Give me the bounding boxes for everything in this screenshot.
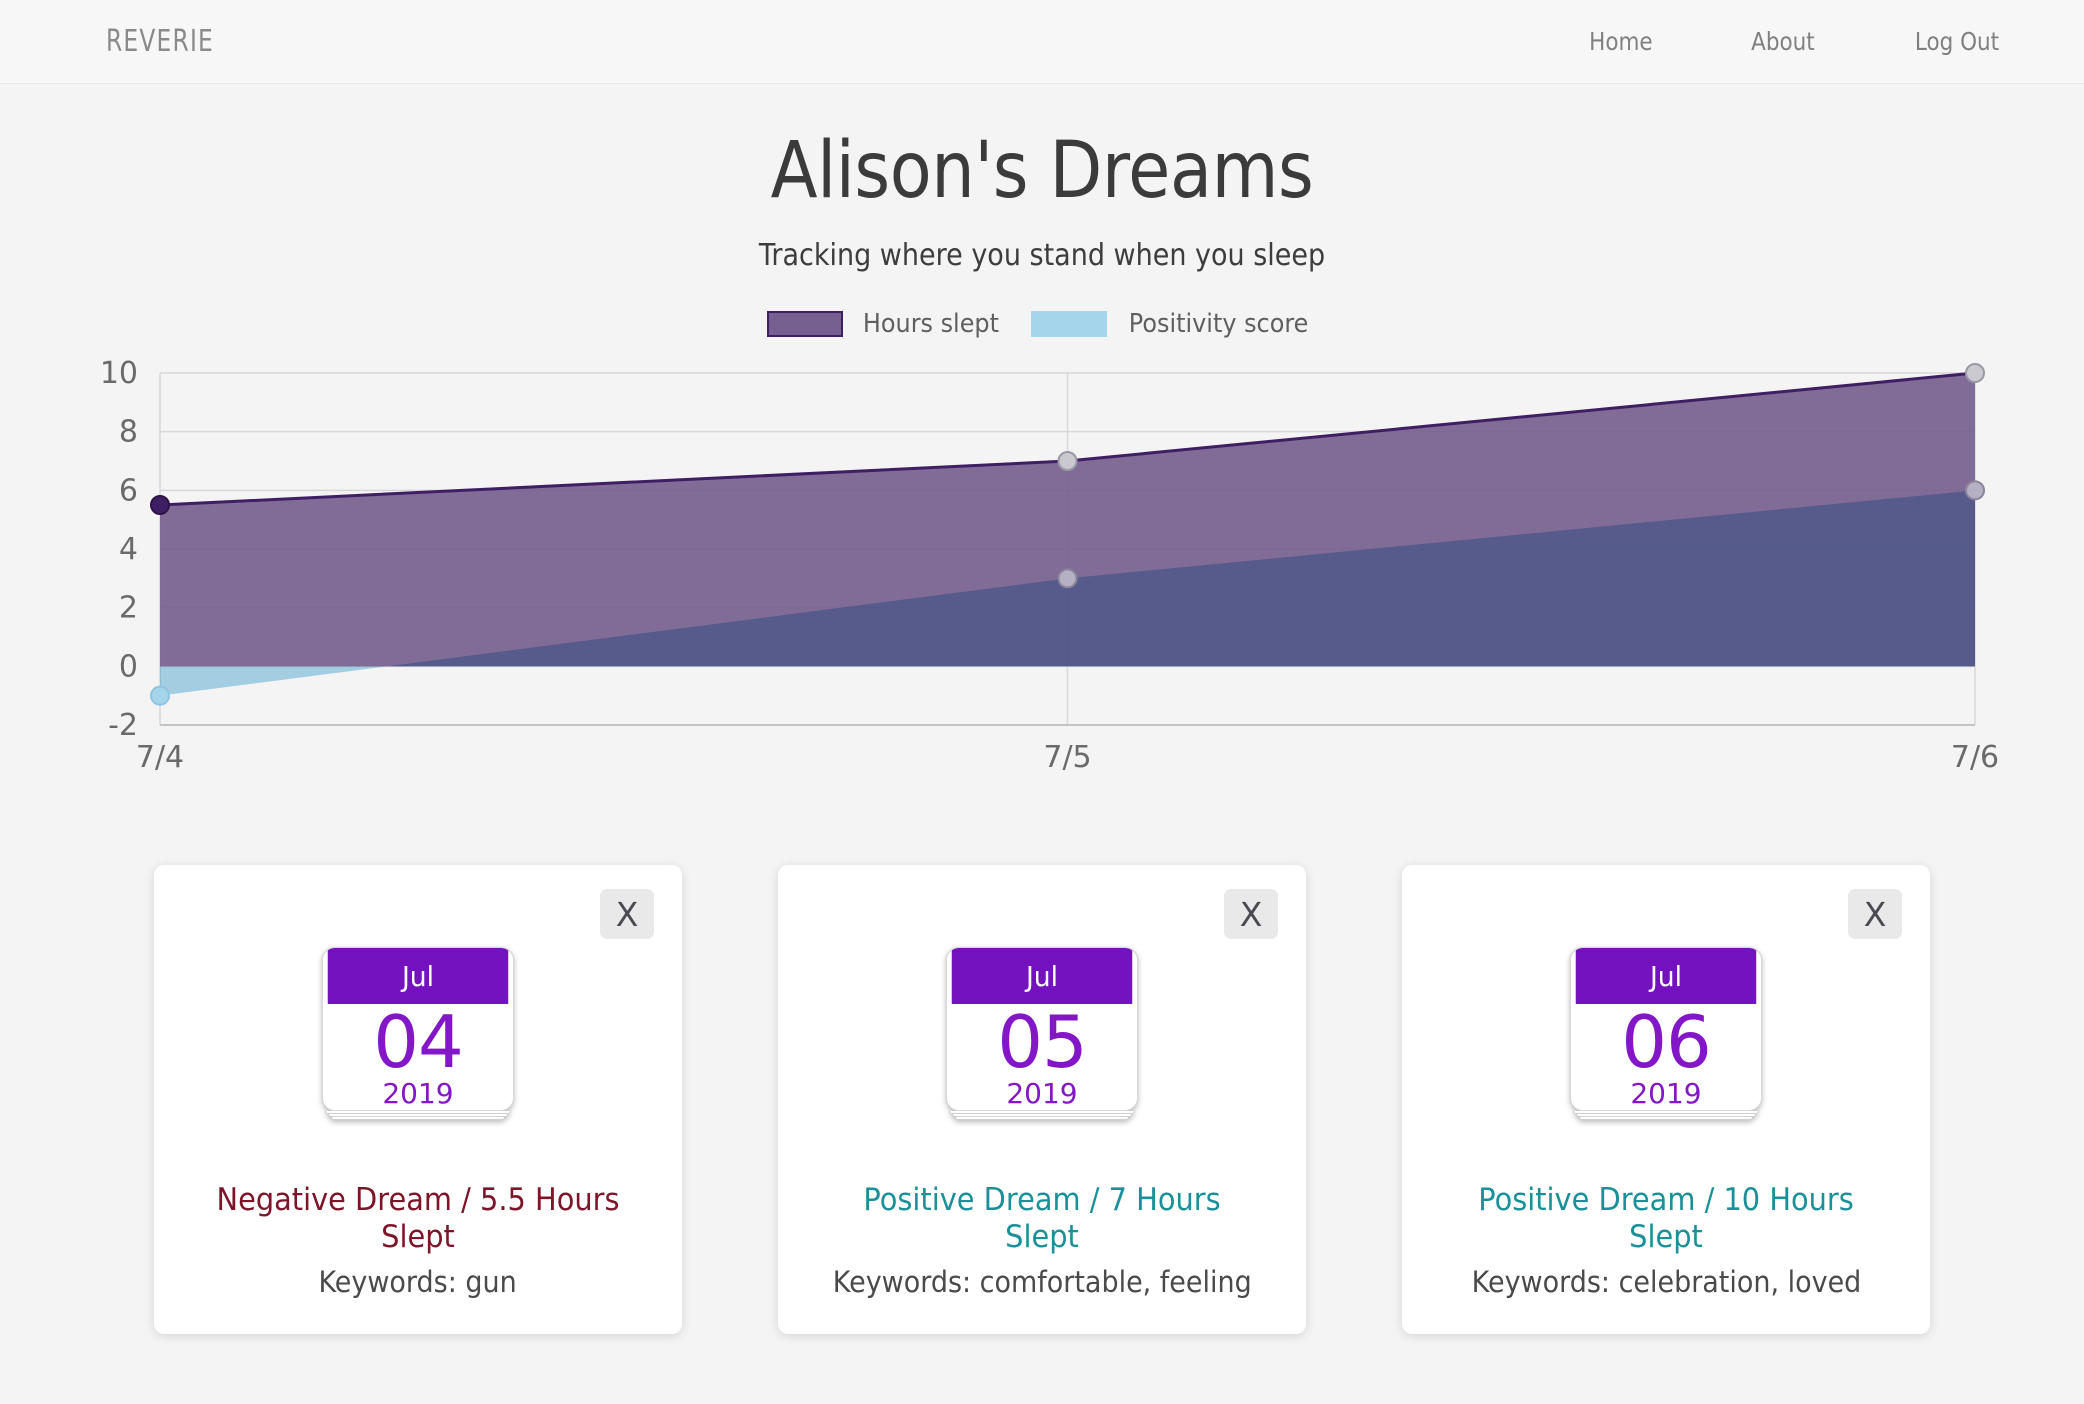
dream-keywords: Keywords: comfortable, feeling <box>832 1265 1252 1300</box>
chart-canvas: 10 8 6 4 2 0 -27/4 7/5 7/6 <box>100 356 1999 775</box>
nav-link-logout[interactable]: Log Out <box>1915 27 1999 56</box>
legend-item-positivity-score[interactable]: Positivity score <box>1031 309 1316 339</box>
hours-data-point[interactable] <box>1965 363 1985 383</box>
calendar-page-stack-icon <box>1570 1111 1762 1120</box>
calendar-icon: Jul 04 2019 <box>322 947 514 1120</box>
legend-item-hours-slept[interactable]: Hours slept <box>767 309 1005 339</box>
x-axis-tick-label: 7/5 <box>1043 740 1091 775</box>
calendar-icon: Jul 06 2019 <box>1570 947 1762 1120</box>
calendar-day: 06 <box>1621 1000 1712 1084</box>
calendar-page-stack-icon <box>322 1111 514 1120</box>
dream-keywords: Keywords: gun <box>318 1265 518 1300</box>
calendar-month: Jul <box>327 948 509 1004</box>
nav-links: Home About Log Out <box>1584 27 2006 56</box>
legend-label-positivity: Positivity score <box>1129 309 1309 339</box>
dream-cards-row: X Jul 04 2019 Negative Dream / 5.5 Hours… <box>0 865 2084 1334</box>
dream-card[interactable]: X Jul 05 2019 Positive Dream / 7 Hours S… <box>778 865 1306 1334</box>
y-axis-tick-label: 2 <box>119 591 138 626</box>
dream-keywords: Keywords: celebration, loved <box>1471 1265 1861 1300</box>
y-axis-tick-label: 10 <box>100 356 138 391</box>
dream-title: Negative Dream / 5.5 Hours Slept <box>216 1182 620 1255</box>
top-navbar: REVERIE Home About Log Out <box>0 0 2084 84</box>
dream-title: Positive Dream / 7 Hours Slept <box>863 1182 1221 1255</box>
nav-link-about[interactable]: About <box>1751 27 1815 56</box>
legend-swatch-hours-icon <box>767 311 844 337</box>
calendar-year: 2019 <box>1006 1077 1078 1111</box>
dream-area-chart[interactable]: 10 8 6 4 2 0 -2 7/4 7/5 7/6 <box>0 355 2084 775</box>
dream-card[interactable]: X Jul 06 2019 Positive Dream / 10 Hours … <box>1402 865 1930 1334</box>
x-axis-tick-label: 7/4 <box>136 740 184 775</box>
chart-legend: Hours slept Positivity score <box>0 309 2084 339</box>
calendar-year: 2019 <box>382 1077 454 1111</box>
y-axis-tick-label: 8 <box>119 415 138 450</box>
nav-link-home[interactable]: Home <box>1589 27 1652 56</box>
y-axis-tick-label: -2 <box>108 708 138 743</box>
y-axis-tick-label: 6 <box>119 473 138 508</box>
positivity-data-point[interactable] <box>1057 568 1078 589</box>
hours-data-point[interactable] <box>1057 451 1078 471</box>
hours-data-point[interactable] <box>150 495 170 515</box>
calendar-month: Jul <box>951 948 1133 1004</box>
calendar-day: 04 <box>373 1000 464 1084</box>
calendar-icon: Jul 05 2019 <box>946 947 1138 1120</box>
calendar-month: Jul <box>1575 948 1757 1004</box>
legend-swatch-positivity-icon <box>1031 311 1108 337</box>
calendar-day: 05 <box>997 1000 1088 1084</box>
close-icon[interactable]: X <box>600 889 654 939</box>
positivity-data-point[interactable] <box>1965 480 1985 501</box>
positivity-data-point[interactable] <box>150 685 170 706</box>
y-axis-tick-label: 4 <box>119 532 138 567</box>
page-subtitle: Tracking where you stand when you sleep <box>758 238 1326 273</box>
legend-label-hours: Hours slept <box>863 309 1000 339</box>
y-axis-tick-label: 0 <box>119 649 138 684</box>
dream-card[interactable]: X Jul 04 2019 Negative Dream / 5.5 Hours… <box>154 865 682 1334</box>
dream-title: Positive Dream / 10 Hours Slept <box>1478 1182 1854 1255</box>
brand-logo[interactable]: REVERIE <box>106 24 214 59</box>
x-axis-tick-label: 7/6 <box>1951 740 1999 775</box>
close-icon[interactable]: X <box>1848 889 1902 939</box>
page-title: Alison's Dreams <box>770 126 1314 216</box>
close-icon[interactable]: X <box>1224 889 1278 939</box>
calendar-year: 2019 <box>1630 1077 1702 1111</box>
calendar-page-stack-icon <box>946 1111 1138 1120</box>
